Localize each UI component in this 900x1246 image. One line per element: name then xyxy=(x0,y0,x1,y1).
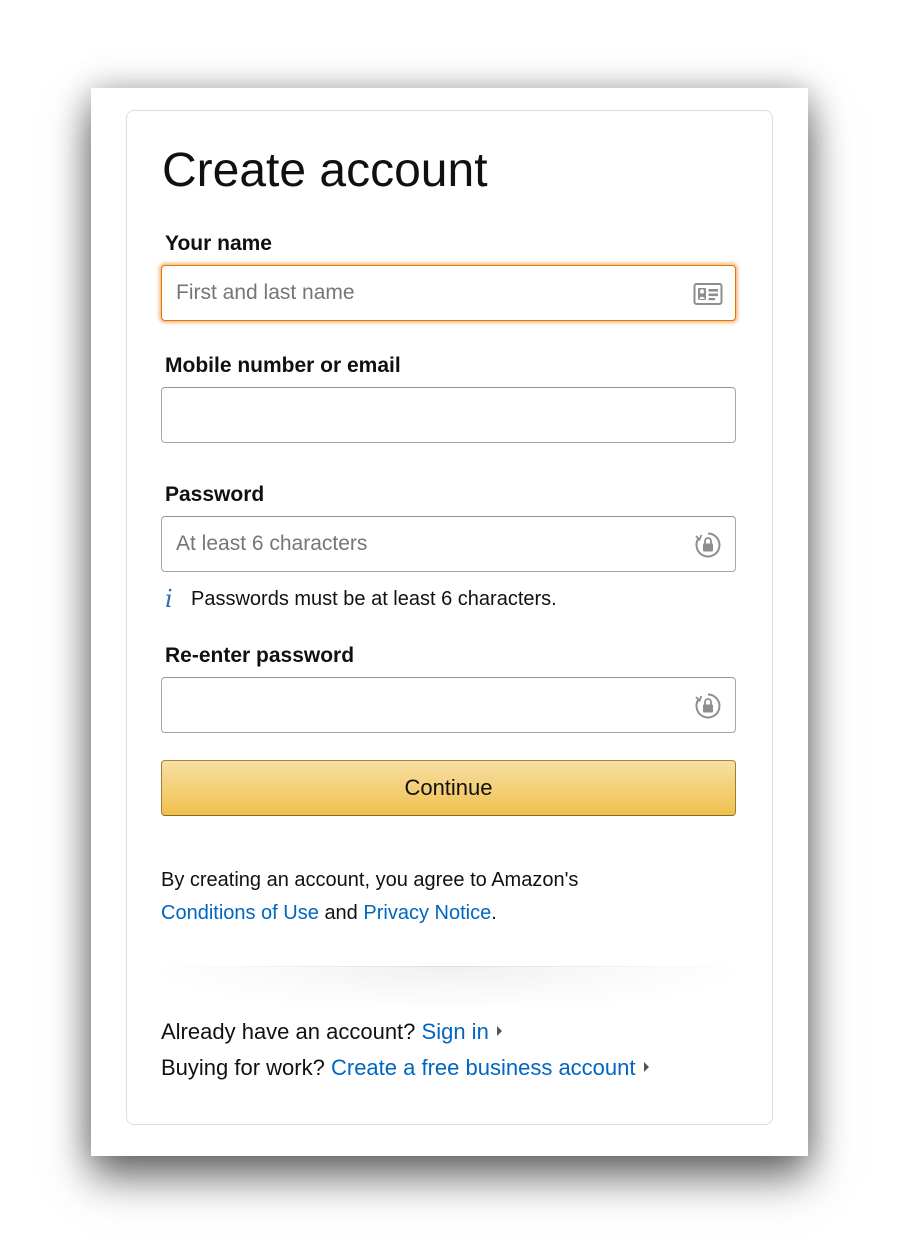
reenter-password-label: Re-enter password xyxy=(165,644,355,667)
password-field[interactable] xyxy=(161,516,736,572)
contact-field[interactable] xyxy=(161,387,736,443)
caret-right-icon xyxy=(496,1026,502,1037)
password-input[interactable] xyxy=(162,517,735,571)
password-hint: i Passwords must be at least 6 character… xyxy=(165,585,557,613)
legal-notice: By creating an account, you agree to Ama… xyxy=(161,864,741,930)
name-input[interactable] xyxy=(162,266,735,320)
password-label: Password xyxy=(165,483,265,506)
page-title: Create account xyxy=(162,144,488,197)
password-hint-text: Passwords must be at least 6 characters. xyxy=(191,587,557,610)
create-account-card: Create account Your name Mobile number o… xyxy=(126,110,773,1125)
legal-suffix: . xyxy=(491,902,497,924)
caret-right-icon xyxy=(643,1062,649,1073)
business-prompt: Buying for work? xyxy=(161,1055,325,1080)
create-business-account-link[interactable]: Create a free business account xyxy=(331,1055,636,1080)
reenter-password-input[interactable] xyxy=(162,678,735,732)
sign-in-link[interactable]: Sign in xyxy=(422,1019,489,1044)
password-lock-icon xyxy=(695,532,721,558)
legal-and: and xyxy=(324,902,358,924)
business-row: Buying for work? Create a free business … xyxy=(161,1053,649,1083)
continue-button[interactable]: Continue xyxy=(161,760,736,816)
section-divider xyxy=(161,966,736,1010)
contact-card-icon xyxy=(693,283,723,305)
privacy-notice-link[interactable]: Privacy Notice xyxy=(363,902,491,924)
info-icon: i xyxy=(165,585,173,613)
legal-prefix: By creating an account, you agree to Ama… xyxy=(161,869,579,891)
conditions-of-use-link[interactable]: Conditions of Use xyxy=(161,902,319,924)
register-window: Create account Your name Mobile number o… xyxy=(91,88,808,1156)
reenter-password-field[interactable] xyxy=(161,677,736,733)
signin-row: Already have an account? Sign in xyxy=(161,1017,502,1047)
password-lock-icon xyxy=(695,693,721,719)
contact-label: Mobile number or email xyxy=(165,354,401,377)
signin-prompt: Already have an account? xyxy=(161,1019,416,1044)
mobile-or-email-input[interactable] xyxy=(162,388,735,442)
name-label: Your name xyxy=(165,232,272,255)
name-field[interactable] xyxy=(161,265,736,321)
